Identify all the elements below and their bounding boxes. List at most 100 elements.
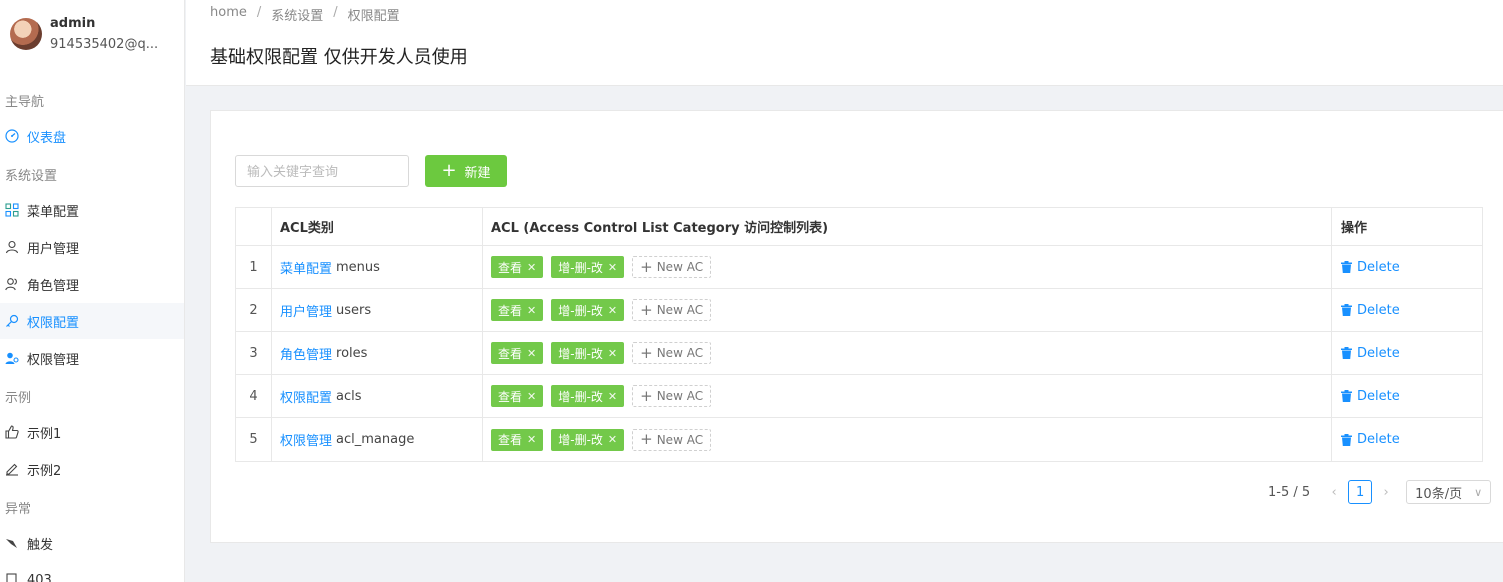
acl-tag-label: 查看 [498,389,523,404]
table-row: 3 角色管理 roles 查看 ✕ 增-删-改 ✕ + New AC Delete [236,332,1482,375]
close-icon[interactable]: ✕ [608,347,617,360]
search-input[interactable] [235,155,409,187]
header-actions: 操作 [1341,221,1368,236]
user-key-icon [5,351,19,365]
sidebar-item-users[interactable]: 用户管理 [0,229,184,265]
new-ac-button[interactable]: + New AC [632,428,712,451]
category-link[interactable]: 权限配置 [280,387,332,406]
row-acl-tags: 查看 ✕ 增-删-改 ✕ + New AC [483,332,1332,374]
sidebar-item-example1[interactable]: 示例1 [0,414,184,450]
row-actions: Delete [1332,418,1482,461]
key-icon [5,314,19,328]
sidebar-item-label: 示例2 [27,463,62,479]
sidebar-item-403[interactable]: 403 [0,562,184,582]
close-icon[interactable]: ✕ [527,261,536,274]
chevron-right-icon[interactable]: › [1376,485,1396,500]
acl-tag-label: 增-删-改 [558,346,603,361]
close-icon[interactable]: ✕ [608,304,617,317]
edit-icon [5,462,19,476]
delete-button[interactable]: Delete [1341,260,1400,275]
nav-group-exceptions: 异常 [5,502,32,517]
delete-button[interactable]: Delete [1341,303,1400,318]
sidebar-item-label: 权限管理 [27,352,80,368]
acl-tag-label: 增-删-改 [558,389,603,404]
new-ac-button[interactable]: + New AC [632,385,712,407]
delete-button[interactable]: Delete [1341,432,1400,447]
pagination-total: 1-5 / 5 [1268,484,1311,500]
grid-icon [5,203,19,217]
user-icon [5,240,19,254]
page-size-select[interactable]: 10条/页 ∨ [1406,480,1492,504]
sidebar-item-dashboard[interactable]: 仪表盘 [0,118,184,154]
close-icon[interactable]: ✕ [527,390,536,403]
table-header-row: ACL类别 ACL (Access Control List Category … [236,208,1482,246]
new-ac-label: New AC [656,346,704,360]
sidebar-item-roles[interactable]: 角色管理 [0,266,184,302]
acl-tag: 查看 ✕ [491,299,544,321]
category-link[interactable]: 用户管理 [280,301,332,320]
close-icon[interactable]: ✕ [527,433,536,446]
delete-label: Delete [1357,259,1400,275]
new-ac-label: New AC [656,303,704,317]
category-link[interactable]: 角色管理 [280,344,332,363]
close-icon[interactable]: ✕ [608,433,617,446]
sidebar-item-label: 角色管理 [27,278,80,294]
user-profile: admin 914535402@q... [0,0,184,80]
new-ac-button[interactable]: + New AC [632,342,712,364]
new-button-label: 新建 [464,165,491,181]
category-link[interactable]: 权限管理 [280,430,332,449]
sidebar-item-label: 触发 [27,537,54,553]
close-icon[interactable]: ✕ [527,347,536,360]
close-icon[interactable]: ✕ [527,304,536,317]
row-actions: Delete [1332,332,1482,374]
sidebar-item-trigger[interactable]: 触发 [0,525,184,561]
acl-table: ACL类别 ACL (Access Control List Category … [235,207,1483,462]
header-acl-list: ACL (Access Control List Category 访问控制列表… [483,208,1332,245]
row-actions: Delete [1332,289,1482,331]
sidebar-item-label: 菜单配置 [27,204,80,220]
sidebar-item-example2[interactable]: 示例2 [0,451,184,487]
plus-icon: + [640,430,653,448]
page-title: 基础权限配置 仅供开发人员使用 [210,47,468,68]
sidebar-item-label: 示例1 [27,426,62,442]
chevron-left-icon[interactable]: ‹ [1324,485,1344,500]
content-card: + 新建 ACL类别 ACL (Access Control List Cate… [210,110,1503,543]
plus-icon: + [441,160,457,181]
sidebar-item-acls[interactable]: 权限配置 [0,303,184,339]
acl-tag: 增-删-改 ✕ [551,256,625,278]
acl-tag: 查看 ✕ [491,428,544,451]
new-button[interactable]: + 新建 [425,155,507,187]
sidebar-item-label: 权限配置 [27,315,80,331]
row-acl-tags: 查看 ✕ 增-删-改 ✕ + New AC [483,418,1332,461]
new-ac-button[interactable]: + New AC [632,256,712,278]
nav-group-main: 主导航 [5,95,45,110]
close-icon[interactable]: ✕ [608,390,617,403]
row-actions: Delete [1332,375,1482,417]
new-ac-label: New AC [656,260,704,274]
acl-tag: 增-删-改 ✕ [551,385,625,407]
acl-tag-label: 增-删-改 [558,260,603,275]
sidebar-item-menus[interactable]: 菜单配置 [0,192,184,228]
sidebar-item-label: 用户管理 [27,241,80,257]
new-ac-button[interactable]: + New AC [632,299,712,321]
dashboard-icon [5,129,19,143]
user-name: admin [50,16,96,31]
acl-tag-label: 查看 [498,433,523,447]
plus-icon: + [640,300,653,319]
close-icon[interactable]: ✕ [608,261,617,274]
trash-icon [1341,347,1352,359]
avatar[interactable] [10,18,42,50]
breadcrumb-home[interactable]: home [210,5,247,24]
acl-tag: 增-删-改 ✕ [551,428,625,451]
row-index: 1 [236,246,272,288]
delete-button[interactable]: Delete [1341,389,1400,404]
plus-icon: + [640,386,653,405]
row-acl-tags: 查看 ✕ 增-删-改 ✕ + New AC [483,246,1332,288]
page-number-current[interactable]: 1 [1348,480,1373,504]
category-link[interactable]: 菜单配置 [280,258,332,277]
category-key: users [336,302,372,318]
delete-button[interactable]: Delete [1341,346,1400,361]
sidebar-item-acl-manage[interactable]: 权限管理 [0,340,184,376]
acl-tag: 查看 ✕ [491,342,544,364]
breadcrumb-system[interactable]: 系统设置 [271,5,323,24]
